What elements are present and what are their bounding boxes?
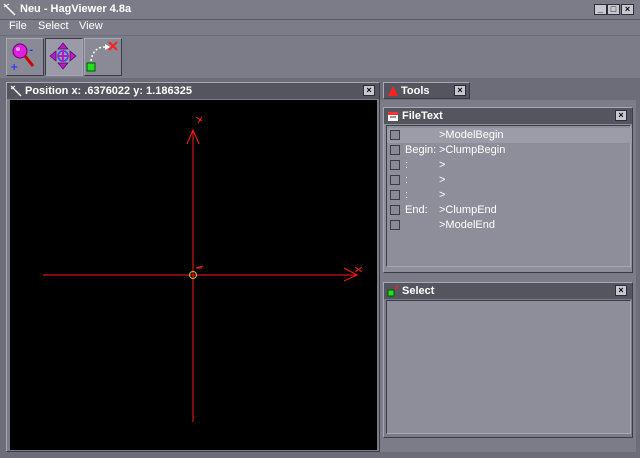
tools-icon [388, 86, 398, 96]
list-item[interactable]: >ModelBegin [387, 128, 632, 143]
window-title: Neu - HagViewer 4.8a [20, 3, 132, 15]
title-bar[interactable]: Neu - HagViewer 4.8a _ □ × [0, 0, 640, 20]
row-label: End: [405, 204, 428, 216]
select-panel: Select × [383, 282, 633, 438]
menu-view[interactable]: View [79, 20, 103, 32]
toolbar: + - [0, 36, 640, 78]
close-button[interactable]: × [621, 4, 634, 15]
select-panel-close-button[interactable]: × [615, 285, 627, 296]
filetext-panel-title: FileText [402, 110, 443, 122]
menu-file[interactable]: File [9, 20, 27, 32]
tools-panel-close-button[interactable]: × [454, 85, 466, 96]
row-value: >ModelBegin [439, 129, 504, 141]
menu-bar: File Select View [0, 20, 640, 35]
row-value: >ClumpBegin [439, 144, 506, 156]
row-checkbox[interactable] [390, 130, 400, 140]
filetext-panel-titlebar[interactable]: FileText × [384, 108, 632, 124]
menu-select[interactable]: Select [38, 20, 69, 32]
axes-drawing [43, 116, 363, 422]
maximize-button[interactable]: □ [607, 4, 620, 15]
tools-panel-title: Tools [401, 85, 430, 97]
list-item[interactable]: >ModelEnd [387, 218, 632, 233]
select-icon [86, 41, 118, 72]
row-label: : [405, 159, 409, 171]
row-value: > [439, 189, 446, 201]
position-panel-close-button[interactable]: × [363, 85, 375, 96]
list-item[interactable]: Begin: >ClumpBegin [387, 143, 632, 158]
select-tool-button[interactable] [84, 38, 122, 76]
list-item[interactable]: End: >ClumpEnd [387, 203, 632, 218]
row-value: >ModelEnd [439, 219, 495, 231]
select-panel-icon [387, 285, 399, 297]
app-icon [3, 3, 16, 16]
row-checkbox[interactable] [390, 145, 400, 155]
list-item[interactable]: : > [387, 158, 632, 173]
viewport-canvas[interactable] [10, 100, 377, 450]
svg-text:-: - [29, 45, 33, 56]
row-checkbox[interactable] [390, 220, 400, 230]
zoom-tool-button[interactable]: + - [6, 38, 44, 76]
svg-text:+: + [10, 62, 18, 73]
row-checkbox[interactable] [390, 175, 400, 185]
select-panel-title: Select [402, 285, 435, 297]
row-value: > [439, 174, 446, 186]
filetext-list[interactable]: >ModelBegin Begin: >ClumpBegin : > : > :… [386, 125, 632, 267]
position-icon [10, 85, 22, 97]
row-label: Begin: [405, 144, 437, 156]
list-item[interactable]: : > [387, 188, 632, 203]
position-panel-title: Position x: .6376022 y: 1.186325 [25, 85, 192, 97]
minimize-button[interactable]: _ [594, 4, 607, 15]
row-checkbox[interactable] [390, 205, 400, 215]
row-label: : [405, 189, 409, 201]
row-checkbox[interactable] [390, 190, 400, 200]
tools-panel-tab[interactable]: Tools × [383, 82, 470, 99]
list-item[interactable]: : > [387, 173, 632, 188]
select-panel-titlebar[interactable]: Select × [384, 283, 632, 299]
filetext-panel: FileText × >ModelBegin Begin: >ClumpBegi… [383, 107, 633, 273]
select-list[interactable] [386, 300, 631, 434]
position-panel: Position x: .6376022 y: 1.186325 × [6, 82, 380, 452]
move-tool-button[interactable] [45, 38, 83, 76]
row-checkbox[interactable] [390, 160, 400, 170]
row-label: : [405, 174, 409, 186]
filetext-icon [388, 112, 398, 121]
row-value: > [439, 159, 446, 171]
filetext-panel-close-button[interactable]: × [615, 110, 627, 121]
row-value: >ClumpEnd [439, 204, 497, 216]
zoom-icon: + - [10, 43, 35, 73]
position-panel-titlebar[interactable]: Position x: .6376022 y: 1.186325 × [7, 83, 379, 99]
move-arrows-icon [49, 42, 77, 70]
